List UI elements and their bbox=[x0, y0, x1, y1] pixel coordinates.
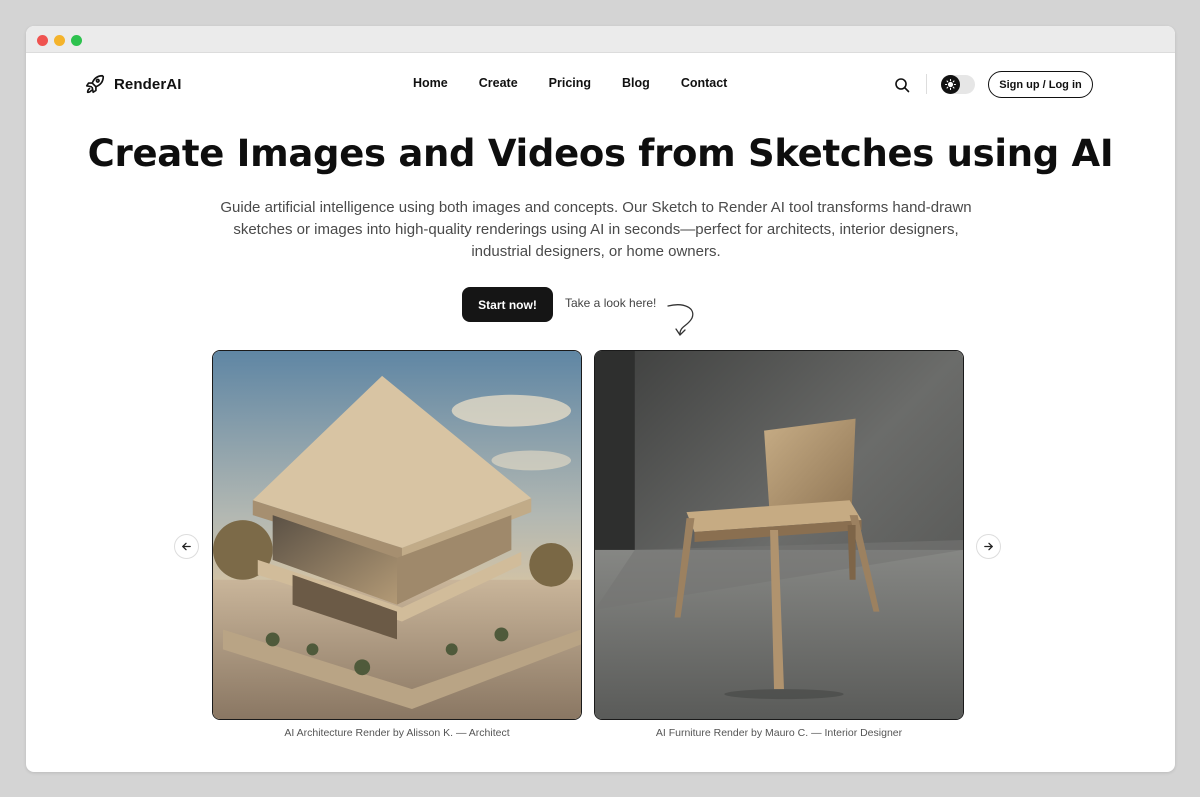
brand-name: RenderAI bbox=[114, 75, 182, 93]
nav-contact[interactable]: Contact bbox=[681, 76, 728, 90]
architecture-render-image bbox=[213, 351, 581, 719]
sun-icon bbox=[945, 79, 956, 90]
main-nav: Home Create Pricing Blog Contact bbox=[413, 76, 758, 90]
gallery-caption-architecture: AI Architecture Render by Alisson K. — A… bbox=[284, 727, 510, 739]
search-icon[interactable] bbox=[894, 77, 910, 93]
gallery-caption-furniture: AI Furniture Render by Mauro C. — Interi… bbox=[655, 727, 903, 739]
theme-toggle[interactable] bbox=[941, 75, 975, 94]
gallery-image-architecture[interactable] bbox=[212, 350, 582, 720]
gallery-image-furniture[interactable] bbox=[594, 350, 964, 720]
hand-drawn-arrow-icon bbox=[667, 304, 694, 337]
nav-create[interactable]: Create bbox=[479, 76, 518, 90]
nav-home[interactable]: Home bbox=[413, 76, 448, 90]
nav-pricing[interactable]: Pricing bbox=[549, 76, 591, 90]
carousel-prev-button[interactable] bbox=[174, 534, 199, 559]
nav-blog[interactable]: Blog bbox=[622, 76, 650, 90]
arrow-left-icon bbox=[182, 542, 191, 551]
window-titlebar bbox=[26, 26, 1175, 53]
start-now-button[interactable]: Start now! bbox=[462, 287, 553, 322]
take-a-look-hint: Take a look here! bbox=[565, 296, 657, 310]
furniture-render-image bbox=[595, 351, 963, 719]
minimize-window-button[interactable] bbox=[54, 35, 65, 46]
hero-subtitle: Guide artificial intelligence using both… bbox=[220, 199, 972, 260]
arrow-right-icon bbox=[984, 542, 993, 551]
close-window-button[interactable] bbox=[37, 35, 48, 46]
toggle-knob bbox=[941, 75, 960, 94]
maximize-window-button[interactable] bbox=[71, 35, 82, 46]
rocket-icon bbox=[85, 74, 105, 94]
hero-title: Create Images and Videos from Sketches u… bbox=[87, 132, 1114, 175]
brand-logo[interactable]: RenderAI bbox=[84, 72, 181, 96]
signup-login-button[interactable]: Sign up / Log in bbox=[988, 71, 1093, 98]
header-divider bbox=[926, 74, 927, 94]
carousel-next-button[interactable] bbox=[976, 534, 1001, 559]
browser-window: RenderAI Home Create Pricing Blog Contac… bbox=[26, 26, 1175, 772]
